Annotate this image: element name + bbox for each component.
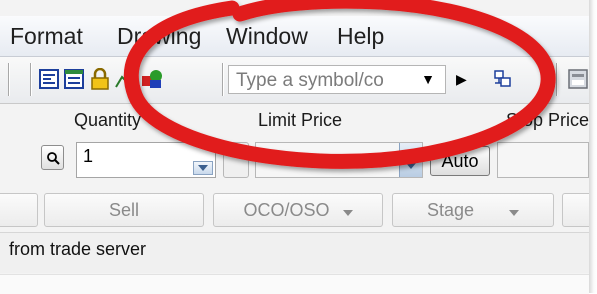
stage-label: Stage (426, 200, 475, 220)
toolbar-separator (8, 63, 9, 96)
toolbar: Type a symbol/co ▼ ▶ (0, 57, 589, 104)
status-message: from trade server (9, 239, 147, 259)
window-edge (589, 0, 597, 293)
chevron-down-icon (342, 210, 353, 216)
quantity-preset-button[interactable] (223, 142, 249, 178)
quantity-field[interactable]: 1 (76, 142, 216, 178)
stage-button[interactable]: Stage (392, 193, 554, 227)
quantity-label: Quantity (74, 110, 142, 130)
sell-button[interactable]: Sell (44, 193, 204, 227)
symbol-input[interactable]: Type a symbol/co (236, 70, 384, 92)
status-bar: from trade server (0, 232, 589, 273)
spinner-arrows-icon (406, 151, 416, 169)
search-icon (46, 151, 60, 165)
chevron-down-icon (509, 210, 520, 216)
menu-drawing[interactable]: Drawing (117, 22, 201, 50)
limit-price-label: Limit Price (258, 110, 343, 130)
sell-button-label: Sell (108, 200, 139, 220)
bottom-strip (0, 274, 589, 294)
application-window: Format Drawing Window Help Type a symbol… (0, 0, 597, 294)
lock-icon[interactable] (88, 67, 112, 91)
link-windows-icon[interactable] (490, 67, 514, 91)
menu-window[interactable]: Window (226, 22, 308, 50)
chevron-down-icon (198, 165, 208, 171)
drawing-tool-icon[interactable] (113, 67, 137, 91)
limit-price-spinner[interactable] (399, 143, 422, 177)
search-button[interactable] (41, 145, 64, 170)
limit-price-field[interactable] (255, 142, 423, 178)
order-list-icon[interactable] (37, 67, 61, 91)
oco-oso-label: OCO/OSO (243, 200, 330, 220)
stop-price-field[interactable] (497, 142, 589, 178)
menu-bar: Format Drawing Window Help (0, 16, 589, 57)
go-arrow-icon[interactable]: ▶ (456, 71, 467, 88)
window-config-icon[interactable] (566, 67, 590, 91)
shapes-icon[interactable] (140, 67, 164, 91)
quantity-spinner-down[interactable] (193, 161, 213, 175)
oco-oso-button[interactable]: OCO/OSO (213, 193, 383, 227)
auto-button[interactable]: Auto (430, 146, 490, 176)
order-labels-row: Quantity Limit Price Stop Price (0, 104, 589, 134)
menu-help[interactable]: Help (337, 22, 384, 50)
stop-price-label: Stop Price (506, 110, 590, 130)
order-window-icon[interactable] (62, 67, 86, 91)
action-buttons-row: Sell OCO/OSO Stage (0, 187, 597, 232)
quantity-value[interactable]: 1 (83, 146, 93, 167)
toolbar-separator (556, 63, 557, 96)
buy-button[interactable] (0, 193, 38, 227)
symbol-combobox[interactable]: Type a symbol/co ▼ (228, 65, 446, 94)
toolbar-separator (30, 63, 31, 96)
menu-format[interactable]: Format (10, 22, 83, 50)
toolbar-separator (222, 63, 223, 96)
chevron-down-icon[interactable]: ▼ (421, 71, 435, 87)
